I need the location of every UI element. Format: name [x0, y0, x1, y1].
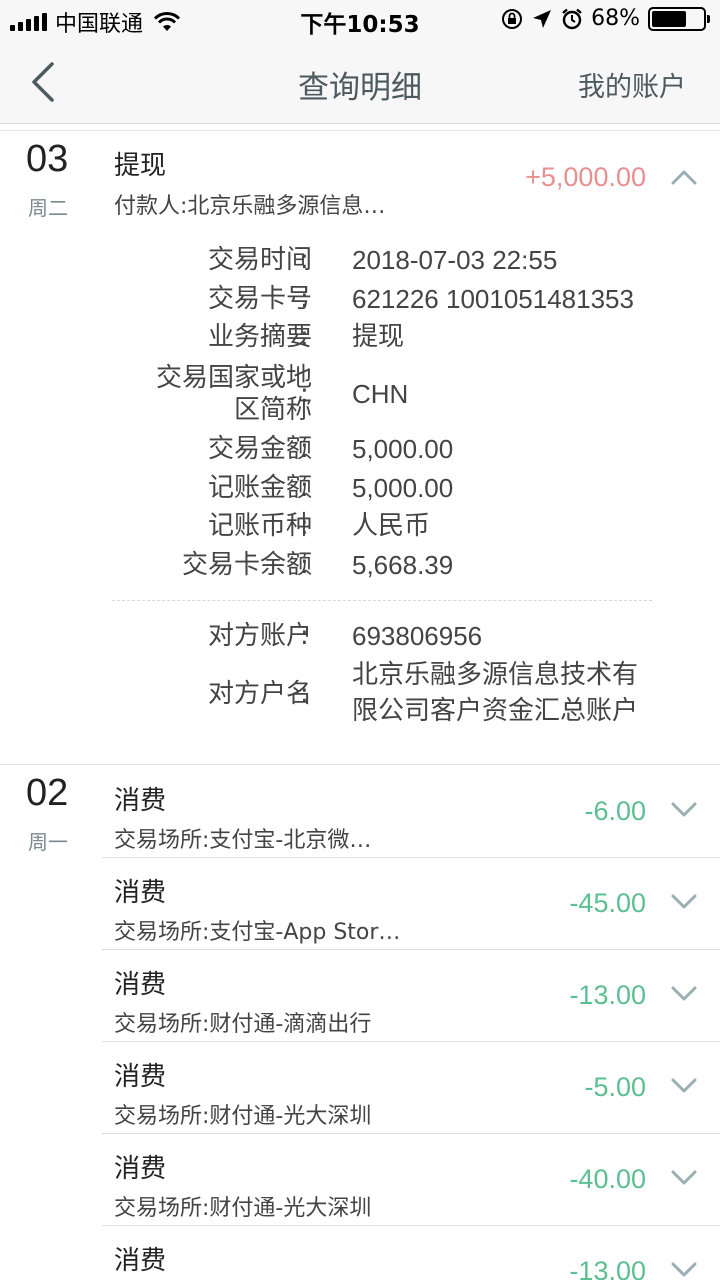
- detail-value: 621226 1001051481353: [352, 284, 634, 314]
- detail-value: 提现: [352, 322, 405, 352]
- transaction-amount: -6.00: [584, 796, 646, 826]
- detail-value: CHN: [352, 379, 409, 409]
- transaction-type: 消费: [114, 1154, 167, 1184]
- detail-label: 交易金额: [207, 434, 312, 464]
- detail-value: 2018-07-03 22:55: [352, 245, 558, 275]
- detail-colon: :: [300, 473, 309, 503]
- divider: [0, 130, 720, 131]
- transaction-subtitle: 付款人:北京乐融多源信息…: [114, 194, 386, 219]
- transaction-subtitle: 交易场所:财付通-滴滴出行: [114, 1012, 372, 1037]
- detail-value: 5,000.00: [352, 434, 454, 464]
- rotation-lock-icon: [502, 8, 523, 29]
- nav-bar: 查询明细 我的账户: [0, 40, 720, 124]
- chevron-down-icon[interactable]: [670, 801, 698, 819]
- detail-label: 对方账户: [207, 621, 312, 651]
- chevron-down-icon[interactable]: [670, 1169, 698, 1187]
- transaction-subtitle: 交易场所:支付宝-App Stor…: [114, 920, 401, 945]
- row-divider: [102, 1041, 720, 1042]
- row-divider: [102, 857, 720, 858]
- detail-colon: :: [300, 379, 309, 409]
- detail-label-line1: 交易国家或地: [155, 363, 312, 393]
- detail-value-line2: 限公司客户资金汇总账户: [352, 696, 639, 726]
- dashed-divider: [112, 600, 652, 601]
- transaction-type: 消费: [114, 1062, 167, 1092]
- detail-label: 交易卡号: [207, 284, 312, 314]
- detail-value: 5,000.00: [352, 473, 454, 503]
- transaction-amount: +5,000.00: [525, 162, 646, 192]
- transaction-subtitle: 交易场所:支付宝-北京微…: [114, 828, 372, 853]
- weekday-label: 周二: [28, 196, 68, 220]
- detail-label: 交易卡余额: [181, 550, 312, 580]
- transaction-amount: -45.00: [569, 888, 646, 918]
- day-number: 03: [26, 138, 69, 180]
- detail-colon: :: [300, 284, 309, 314]
- status-bar: 中国联通 下午10:53 68%: [0, 0, 720, 40]
- detail-label: 对方户名: [207, 679, 312, 709]
- detail-label: 业务摘要: [207, 322, 312, 352]
- detail-colon: :: [300, 245, 309, 275]
- transaction-type: 消费: [114, 970, 167, 1000]
- transaction-type: 消费: [114, 1246, 167, 1276]
- row-divider: [102, 1133, 720, 1134]
- transaction-type: 消费: [114, 878, 167, 908]
- detail-label: 记账金额: [207, 473, 312, 503]
- detail-label: 记账币种: [207, 511, 312, 541]
- detail-colon: :: [300, 621, 309, 651]
- transaction-type: 消费: [114, 786, 167, 816]
- battery-icon: [648, 6, 710, 31]
- transaction-amount: -40.00: [569, 1164, 646, 1194]
- my-account-button[interactable]: 我的账户: [578, 65, 686, 104]
- chevron-up-icon[interactable]: [670, 168, 698, 186]
- group-divider: [0, 764, 720, 765]
- detail-colon: :: [300, 434, 309, 464]
- row-divider: [102, 949, 720, 950]
- weekday-label: 周一: [28, 830, 68, 854]
- detail-value: 5,668.39: [352, 550, 454, 580]
- chevron-down-icon[interactable]: [670, 985, 698, 1003]
- transaction-amount: -13.00: [569, 980, 646, 1010]
- day-number: 02: [26, 772, 69, 814]
- transaction-amount: -5.00: [584, 1072, 646, 1102]
- chevron-down-icon[interactable]: [670, 1077, 698, 1095]
- transaction-subtitle: 交易场所:财付通-光大深圳: [114, 1104, 372, 1129]
- chevron-down-icon[interactable]: [670, 1261, 698, 1279]
- chevron-down-icon[interactable]: [670, 893, 698, 911]
- alarm-clock-icon: [562, 8, 582, 29]
- detail-value: 人民币: [352, 511, 431, 541]
- row-divider: [102, 1225, 720, 1226]
- detail-value: 693806956: [352, 621, 483, 651]
- detail-colon: :: [300, 511, 309, 541]
- detail-value-line1: 北京乐融多源信息技术有: [352, 660, 639, 690]
- detail-colon: :: [300, 679, 309, 709]
- detail-label: 交易时间: [207, 245, 312, 275]
- battery-percent: 68%: [591, 6, 640, 31]
- detail-colon: :: [300, 550, 309, 580]
- location-arrow-icon: [533, 9, 552, 28]
- transaction-type: 提现: [114, 151, 167, 181]
- transaction-amount: -13.00: [569, 1256, 646, 1280]
- transaction-subtitle: 交易场所:财付通-光大深圳: [114, 1196, 372, 1221]
- detail-colon: :: [300, 322, 309, 352]
